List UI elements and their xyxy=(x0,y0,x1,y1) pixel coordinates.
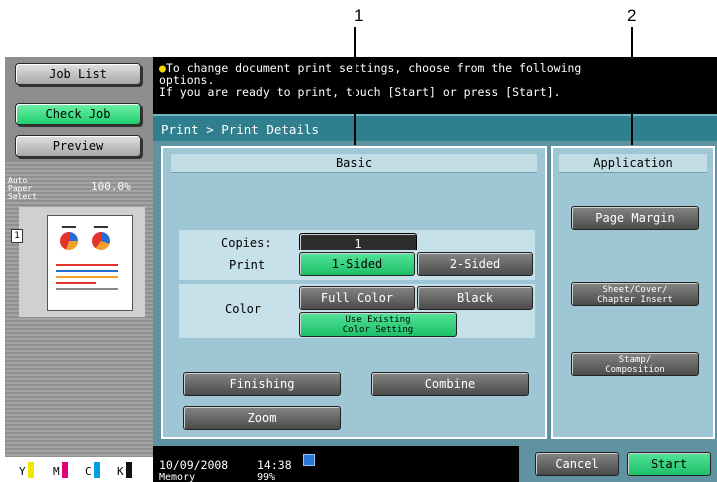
content-area: Basic Copies: 1 Print 1-Sided 2-Sided Co… xyxy=(153,27,717,446)
left-panel: Job List Check Job Preview Auto Paper Se… xyxy=(5,57,153,482)
network-icon xyxy=(303,454,315,466)
check-job-button[interactable]: Check Job xyxy=(15,103,141,125)
use-existing-line-2: Color Setting xyxy=(342,325,414,335)
basic-title: Basic xyxy=(171,154,537,173)
time-text: 14:38 xyxy=(257,458,292,472)
finishing-button[interactable]: Finishing xyxy=(183,372,341,396)
one-sided-button[interactable]: 1-Sided xyxy=(299,252,415,276)
stamp-composition-button[interactable]: Stamp/ Composition xyxy=(571,352,699,376)
page-margin-button[interactable]: Page Margin xyxy=(571,206,699,230)
memory-value: 99% xyxy=(257,473,276,482)
print-label: Print xyxy=(229,258,266,272)
combine-button[interactable]: Combine xyxy=(371,372,529,396)
black-button[interactable]: Black xyxy=(417,286,533,310)
callout-1-line xyxy=(354,27,356,145)
toner-k: K xyxy=(117,462,132,478)
full-color-button[interactable]: Full Color xyxy=(299,286,415,310)
toner-bar-m xyxy=(61,462,68,478)
use-existing-line-1: Use Existing xyxy=(345,315,411,325)
toner-c: C xyxy=(85,462,100,478)
callout-1: 1 xyxy=(354,6,364,25)
pie-chart-icon xyxy=(92,232,110,250)
application-title: Application xyxy=(559,154,707,173)
page-number-icon: 1 xyxy=(11,229,23,243)
start-button[interactable]: Start xyxy=(627,452,711,476)
cancel-button[interactable]: Cancel xyxy=(535,452,619,476)
application-panel: Application Page Margin Sheet/Cover/ Cha… xyxy=(551,146,715,439)
message-line-3: If you are ready to print, touch [Start]… xyxy=(159,85,561,99)
toner-indicator: Y M C K xyxy=(5,457,153,482)
two-sided-button[interactable]: 2-Sided xyxy=(417,252,533,276)
toner-label-k: K xyxy=(117,465,124,478)
toner-bar-k xyxy=(125,462,132,478)
text-line xyxy=(56,282,96,284)
stamp-line-2: Composition xyxy=(605,365,665,375)
toner-label-m: M xyxy=(53,465,60,478)
callout-2-line xyxy=(631,27,633,145)
preview-button[interactable]: Preview xyxy=(15,135,141,157)
toner-m: M xyxy=(53,462,68,478)
text-line xyxy=(56,264,118,266)
stamp-line-1: Stamp/ xyxy=(618,355,652,365)
callout-2: 2 xyxy=(627,6,637,25)
use-existing-color-button[interactable]: Use Existing Color Setting xyxy=(299,312,457,337)
preview-area: 1 xyxy=(11,207,145,317)
copies-label: Copies: xyxy=(221,236,272,250)
zoom-readout: 100.0% xyxy=(91,180,131,193)
toner-y: Y xyxy=(19,462,34,478)
text-line xyxy=(56,288,118,290)
page-thumbnail xyxy=(47,215,133,311)
text-line xyxy=(56,276,118,278)
pie-chart-icon xyxy=(60,232,78,250)
memory-label: Memory xyxy=(159,473,196,482)
text-line xyxy=(56,270,118,272)
toner-label-c: C xyxy=(85,465,92,478)
zoom-button[interactable]: Zoom xyxy=(183,406,341,430)
paper-select-label: Auto Paper Select xyxy=(8,176,37,201)
text-line xyxy=(62,226,76,228)
sheet-line-2: Chapter Insert xyxy=(597,295,673,305)
basic-panel: Basic Copies: 1 Print 1-Sided 2-Sided Co… xyxy=(161,146,547,439)
sheet-line-1: Sheet/Cover/ xyxy=(602,285,668,295)
text-line xyxy=(94,226,108,228)
status-bar: 10/09/2008 14:38 Memory 99% Cancel Start xyxy=(153,446,717,482)
message-line-1: ●To change document print settings, choo… xyxy=(159,62,711,74)
job-list-button[interactable]: Job List xyxy=(15,63,141,85)
date-text: 10/09/2008 xyxy=(159,458,229,472)
toner-label-y: Y xyxy=(19,465,26,478)
toner-bar-y xyxy=(27,462,34,478)
message-text-1: To change document print settings, choos… xyxy=(165,61,582,75)
color-label: Color xyxy=(225,302,262,316)
sheet-cover-insert-button[interactable]: Sheet/Cover/ Chapter Insert xyxy=(571,282,699,306)
toner-bar-c xyxy=(93,462,100,478)
